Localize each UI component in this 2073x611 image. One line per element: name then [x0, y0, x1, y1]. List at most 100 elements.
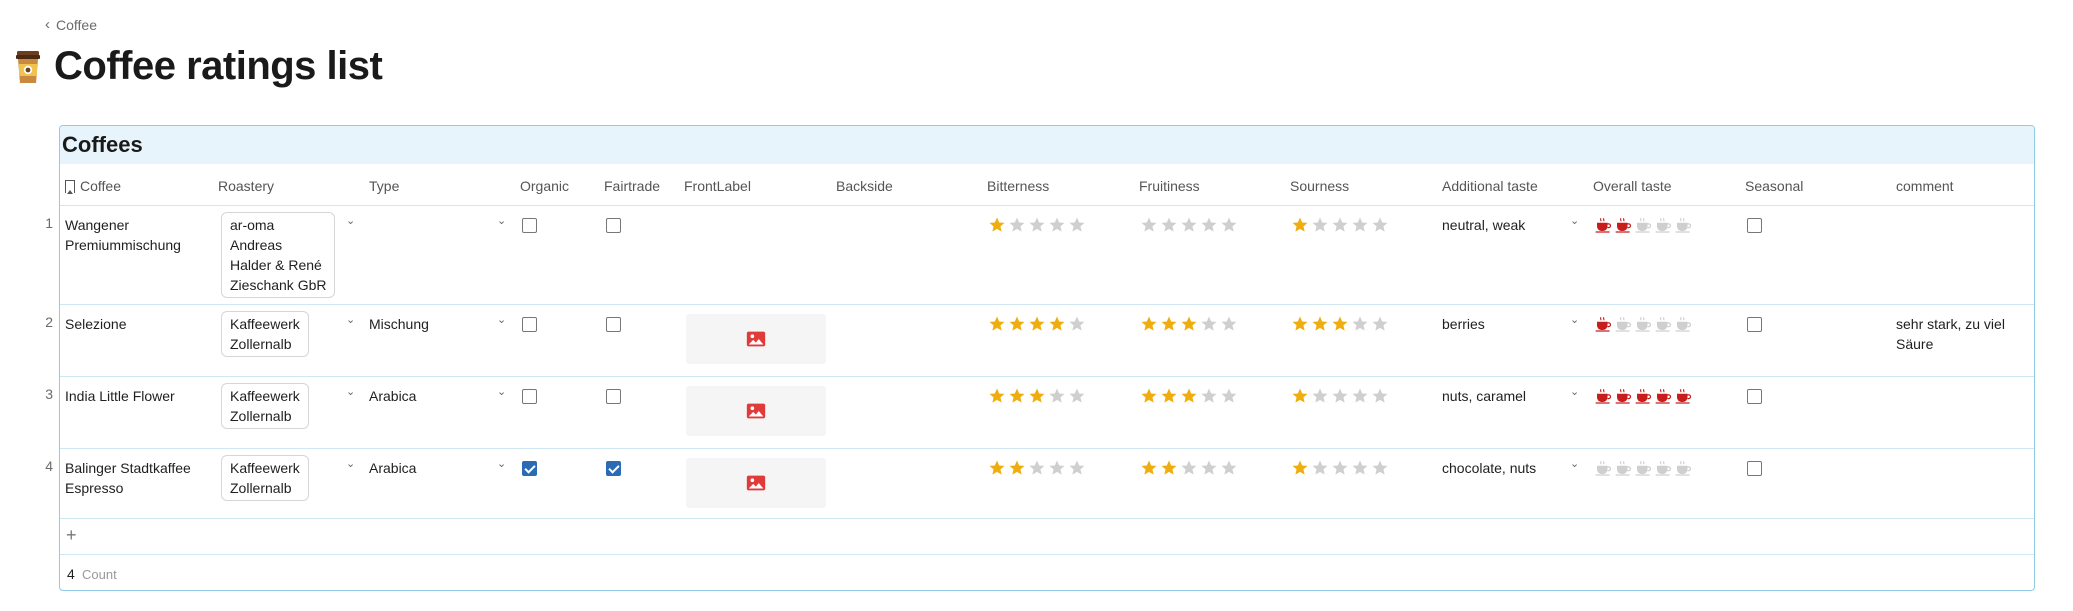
- overall-taste-rating[interactable]: [1594, 315, 1692, 333]
- type-cell[interactable]: Arabica: [369, 386, 416, 406]
- star-filled-icon: [1181, 388, 1197, 403]
- comment-cell[interactable]: sehr stark, zu viel Säure: [1896, 314, 2005, 354]
- seasonal-checkbox[interactable]: [1747, 389, 1762, 404]
- star-empty-icon: [1201, 460, 1217, 475]
- column-header-type[interactable]: Type: [369, 178, 399, 194]
- breadcrumb-label: Coffee: [56, 17, 97, 33]
- seasonal-checkbox[interactable]: [1747, 317, 1762, 332]
- column-header-additional-taste[interactable]: Additional taste: [1442, 178, 1538, 194]
- fairtrade-checkbox[interactable]: [606, 317, 621, 332]
- roastery-reference[interactable]: Kaffeewerk Zollernalb: [221, 383, 309, 429]
- column-header-frontlabel[interactable]: FrontLabel: [684, 178, 751, 194]
- additional-taste-cell[interactable]: berries: [1442, 314, 1485, 334]
- chevron-down-icon[interactable]: ⌄: [346, 457, 355, 470]
- star-filled-icon: [1161, 460, 1177, 475]
- cup-empty-icon: [1675, 217, 1692, 233]
- type-cell[interactable]: Arabica: [369, 458, 416, 478]
- column-header-coffee[interactable]: Coffee: [65, 178, 121, 194]
- coffee-name-cell[interactable]: Wangener Premiummischung: [65, 215, 181, 255]
- cup-empty-icon: [1615, 460, 1632, 476]
- chevron-down-icon[interactable]: ⌄: [346, 313, 355, 326]
- front-label-image[interactable]: [686, 386, 826, 436]
- overall-taste-rating[interactable]: [1594, 387, 1692, 405]
- star-empty-icon: [1221, 388, 1237, 403]
- front-label-image[interactable]: [686, 458, 826, 508]
- star-empty-icon: [1332, 460, 1348, 475]
- column-header-roastery[interactable]: Roastery: [218, 178, 274, 194]
- column-header-comment[interactable]: comment: [1896, 178, 1954, 194]
- breadcrumb[interactable]: ‹ Coffee: [45, 16, 97, 34]
- seasonal-checkbox[interactable]: [1747, 218, 1762, 233]
- chevron-down-icon[interactable]: ⌄: [1570, 385, 1579, 398]
- additional-taste-cell[interactable]: chocolate, nuts: [1442, 458, 1536, 478]
- star-filled-icon: [989, 388, 1005, 403]
- coffee-name-cell[interactable]: Selezione: [65, 314, 127, 334]
- add-row[interactable]: +: [60, 519, 2034, 555]
- bitterness-rating[interactable]: [988, 459, 1086, 477]
- chevron-down-icon[interactable]: ⌄: [497, 457, 506, 470]
- roastery-reference[interactable]: ar-oma Andreas Halder & René Zieschank GbR: [221, 212, 336, 298]
- chevron-down-icon[interactable]: ⌄: [497, 385, 506, 398]
- column-header-overall-taste[interactable]: Overall taste: [1593, 178, 1672, 194]
- additional-taste-cell[interactable]: nuts, caramel: [1442, 386, 1526, 406]
- cup-filled-icon: [1655, 388, 1672, 404]
- chevron-down-icon[interactable]: ⌄: [1570, 457, 1579, 470]
- chevron-down-icon[interactable]: ⌄: [346, 385, 355, 398]
- column-header-label: comment: [1896, 178, 1954, 194]
- organic-checkbox[interactable]: [522, 317, 537, 332]
- roastery-reference[interactable]: Kaffeewerk Zollernalb: [221, 455, 309, 501]
- fairtrade-checkbox[interactable]: [606, 461, 621, 476]
- coffee-name-cell[interactable]: India Little Flower: [65, 386, 175, 406]
- seasonal-checkbox[interactable]: [1747, 461, 1762, 476]
- sourness-rating[interactable]: [1291, 387, 1389, 405]
- coffee-name-cell[interactable]: Balinger Stadtkaffee Espresso: [65, 458, 191, 498]
- chevron-down-icon[interactable]: ⌄: [497, 313, 506, 326]
- column-header-fairtrade[interactable]: Fairtrade: [604, 178, 660, 194]
- cup-filled-icon: [1615, 217, 1632, 233]
- column-header-organic[interactable]: Organic: [520, 178, 569, 194]
- column-header-label: Bitterness: [987, 178, 1050, 194]
- front-label-image[interactable]: [686, 314, 826, 364]
- coffee-name-line: India Little Flower: [65, 388, 175, 404]
- star-empty-icon: [1221, 217, 1237, 232]
- sourness-rating[interactable]: [1291, 315, 1389, 333]
- fruitiness-rating[interactable]: [1140, 459, 1238, 477]
- star-empty-icon: [1029, 217, 1045, 232]
- star-empty-icon: [1221, 316, 1237, 331]
- overall-taste-rating[interactable]: [1594, 459, 1692, 477]
- chevron-down-icon[interactable]: ⌄: [1570, 313, 1579, 326]
- type-cell[interactable]: Mischung: [369, 314, 429, 334]
- column-header-sourness[interactable]: Sourness: [1290, 178, 1349, 194]
- organic-checkbox[interactable]: [522, 461, 537, 476]
- add-row-button[interactable]: +: [66, 525, 77, 546]
- fruitiness-rating[interactable]: [1140, 315, 1238, 333]
- overall-taste-rating[interactable]: [1594, 216, 1692, 234]
- cup-empty-icon: [1635, 316, 1652, 332]
- sourness-rating[interactable]: [1291, 459, 1389, 477]
- bitterness-rating[interactable]: [988, 315, 1086, 333]
- sourness-rating[interactable]: [1291, 216, 1389, 234]
- organic-checkbox[interactable]: [522, 389, 537, 404]
- star-filled-icon: [1141, 460, 1157, 475]
- organic-checkbox[interactable]: [522, 218, 537, 233]
- column-header-backside[interactable]: Backside: [836, 178, 893, 194]
- star-empty-icon: [1201, 217, 1217, 232]
- row-number: 2: [45, 314, 53, 330]
- roastery-reference[interactable]: Kaffeewerk Zollernalb: [221, 311, 309, 357]
- fairtrade-checkbox[interactable]: [606, 389, 621, 404]
- bitterness-rating[interactable]: [988, 216, 1086, 234]
- chevron-down-icon[interactable]: ⌄: [497, 214, 506, 227]
- fairtrade-checkbox[interactable]: [606, 218, 621, 233]
- chevron-down-icon[interactable]: ⌄: [1570, 214, 1579, 227]
- column-header-fruitiness[interactable]: Fruitiness: [1139, 178, 1200, 194]
- star-empty-icon: [1049, 388, 1065, 403]
- additional-taste-cell[interactable]: neutral, weak: [1442, 215, 1525, 235]
- bitterness-rating[interactable]: [988, 387, 1086, 405]
- column-header-bitterness[interactable]: Bitterness: [987, 178, 1049, 194]
- fruitiness-rating[interactable]: [1140, 216, 1238, 234]
- star-filled-icon: [1141, 316, 1157, 331]
- column-header-seasonal[interactable]: Seasonal: [1745, 178, 1803, 194]
- star-empty-icon: [1372, 217, 1388, 232]
- chevron-down-icon[interactable]: ⌄: [346, 214, 355, 227]
- fruitiness-rating[interactable]: [1140, 387, 1238, 405]
